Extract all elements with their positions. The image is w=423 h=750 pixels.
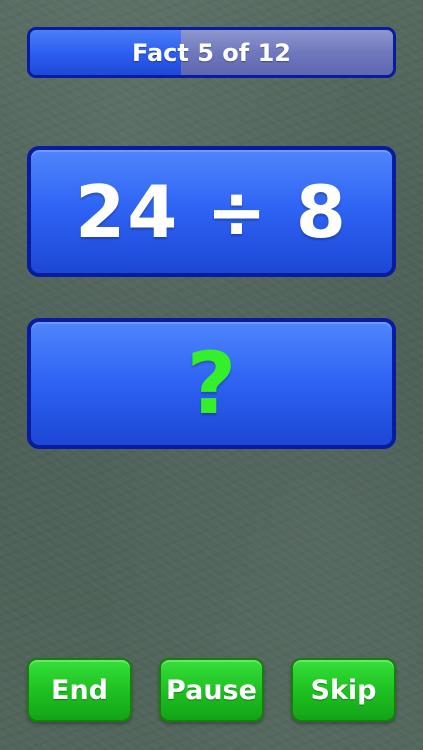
end-button[interactable]: End: [27, 658, 132, 722]
pause-button[interactable]: Pause: [159, 658, 264, 722]
question-card: 24 ÷ 8: [27, 146, 396, 277]
skip-button[interactable]: Skip: [291, 658, 396, 722]
answer-placeholder: ?: [186, 333, 237, 434]
progress-label: Fact 5 of 12: [132, 38, 291, 67]
progress-bar: Fact 5 of 12: [27, 27, 396, 78]
answer-card[interactable]: ?: [27, 318, 396, 449]
question-expression: 24 ÷ 8: [75, 169, 348, 254]
